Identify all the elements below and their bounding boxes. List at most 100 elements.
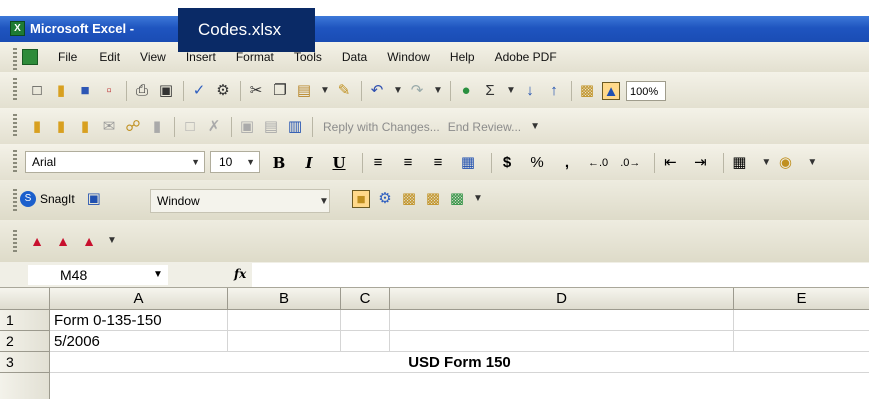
research-icon[interactable]: ⚙ xyxy=(214,82,232,100)
toolbar-grip[interactable] xyxy=(13,230,17,252)
print-preview-icon[interactable]: ▣ xyxy=(157,82,175,100)
toolbar-options-icon[interactable]: ▼ xyxy=(472,190,484,208)
cell-a2[interactable]: 5/2006 xyxy=(50,331,228,352)
undo-icon[interactable]: ↶ xyxy=(368,82,386,100)
folder-gray-icon[interactable]: ▮ xyxy=(148,118,166,136)
menu-insert[interactable]: Insert xyxy=(186,50,216,64)
mail-icon[interactable]: ✉ xyxy=(100,118,118,136)
paste-icon[interactable]: ▤ xyxy=(295,82,313,100)
menu-edit[interactable]: Edit xyxy=(99,50,120,64)
gear-icon[interactable]: ⚙ xyxy=(376,190,394,208)
column-header-c[interactable]: C xyxy=(341,288,390,310)
cell-c2[interactable] xyxy=(341,331,390,352)
column-header-a[interactable]: A xyxy=(50,288,228,310)
chart-wizard-icon[interactable]: ▩ xyxy=(578,82,596,100)
cell-e2[interactable] xyxy=(734,331,869,352)
toolbar-options-icon[interactable]: ▼ xyxy=(106,232,118,250)
increase-decimal-icon[interactable]: ←.0 xyxy=(588,154,608,172)
font-select[interactable]: Arial ▼ xyxy=(25,151,205,173)
sort-ascending-icon[interactable]: ↓ xyxy=(521,82,539,100)
chevron-down-icon[interactable]: ▼ xyxy=(246,152,255,172)
delete-comment-icon[interactable]: ✗ xyxy=(205,118,223,136)
drawing-icon[interactable]: ▲ xyxy=(602,82,620,100)
formula-input[interactable] xyxy=(252,263,869,287)
chevron-down-icon[interactable]: ▼ xyxy=(760,154,772,172)
chevron-down-icon[interactable]: ▼ xyxy=(505,82,517,100)
merge-center-icon[interactable]: ▦ xyxy=(459,154,477,172)
menu-format[interactable]: Format xyxy=(236,50,274,64)
spelling-icon[interactable]: ✓ xyxy=(190,82,208,100)
align-right-icon[interactable]: ≡ xyxy=(429,154,447,172)
underline-button[interactable]: U xyxy=(330,154,348,172)
capture-send-icon[interactable]: ▩ xyxy=(448,190,466,208)
cut-icon[interactable]: ✂ xyxy=(247,82,265,100)
sort-descending-icon[interactable]: ↑ xyxy=(545,82,563,100)
menu-file[interactable]: File xyxy=(58,50,77,64)
lock-icon[interactable]: ■ xyxy=(352,190,370,208)
chevron-down-icon[interactable]: ▼ xyxy=(806,154,818,172)
row-header[interactable] xyxy=(0,373,50,399)
column-header-b[interactable]: B xyxy=(228,288,341,310)
menu-view[interactable]: View xyxy=(140,50,166,64)
folder-share-icon[interactable]: ▮ xyxy=(76,118,94,136)
show-comments-icon[interactable]: ▣ xyxy=(238,118,256,136)
bold-button[interactable]: B xyxy=(270,154,288,172)
column-header-e[interactable]: E xyxy=(734,288,869,310)
end-review-button[interactable]: End Review... xyxy=(448,120,521,134)
print-icon[interactable]: ⎙ xyxy=(133,82,151,100)
reviewing-pane-icon[interactable]: ▥ xyxy=(286,118,304,136)
align-left-icon[interactable]: ≡ xyxy=(369,154,387,172)
cell-b1[interactable] xyxy=(228,310,341,331)
cell-e1[interactable] xyxy=(734,310,869,331)
cell-a1[interactable]: Form 0-135-150 xyxy=(50,310,228,331)
snagit-capture-icon[interactable]: ▣ xyxy=(85,190,103,208)
convert-to-pdf-icon[interactable]: ▲ xyxy=(28,232,46,250)
column-header-d[interactable]: D xyxy=(390,288,734,310)
save-icon[interactable]: ■ xyxy=(76,82,94,100)
percent-button[interactable]: % xyxy=(528,154,546,172)
row-header[interactable]: 3 xyxy=(0,352,50,373)
menu-adobe-pdf[interactable]: Adobe PDF xyxy=(495,50,557,64)
cell-d1[interactable] xyxy=(390,310,734,331)
toolbar-grip[interactable] xyxy=(13,189,17,211)
toolbar-grip[interactable] xyxy=(13,114,17,136)
hyperlink-icon[interactable]: ● xyxy=(457,82,475,100)
folder-icon[interactable]: ▮ xyxy=(28,118,46,136)
chevron-down-icon[interactable]: ▼ xyxy=(392,82,404,100)
cell-b2[interactable] xyxy=(228,331,341,352)
window-select[interactable]: Window xyxy=(150,189,330,213)
cell-d2[interactable] xyxy=(390,331,734,352)
capture-profile-icon[interactable]: ▩ xyxy=(400,190,418,208)
row-header[interactable]: 1 xyxy=(0,310,50,331)
merged-title-cell[interactable]: USD Form 150 xyxy=(50,352,869,373)
convert-to-pdf-review-icon[interactable]: ▲ xyxy=(80,232,98,250)
select-all-corner[interactable] xyxy=(0,288,50,310)
fill-color-icon[interactable]: ◉ xyxy=(776,154,794,172)
increase-indent-icon[interactable]: ⇥ xyxy=(691,154,709,172)
chevron-down-icon[interactable]: ▼ xyxy=(432,82,444,100)
decrease-indent-icon[interactable]: ⇤ xyxy=(661,154,679,172)
reply-with-changes-button[interactable]: Reply with Changes... xyxy=(323,120,440,134)
font-size-select[interactable]: 10 ▼ xyxy=(210,151,260,173)
chevron-down-icon[interactable]: ▼ xyxy=(191,152,200,172)
chevron-down-icon[interactable]: ▼ xyxy=(319,82,331,100)
function-icon[interactable]: fx xyxy=(234,267,246,281)
open-icon[interactable]: ▮ xyxy=(52,82,70,100)
link-icon[interactable]: ☍ xyxy=(124,118,142,136)
align-center-icon[interactable]: ≡ xyxy=(399,154,417,172)
permission-icon[interactable]: ▫ xyxy=(100,82,118,100)
comma-button[interactable]: , xyxy=(558,154,576,172)
folder-open-icon[interactable]: ▮ xyxy=(52,118,70,136)
chevron-down-icon[interactable]: ▼ xyxy=(318,193,330,211)
copy-icon[interactable]: ❐ xyxy=(271,82,289,100)
format-painter-icon[interactable]: ✎ xyxy=(335,82,353,100)
redo-icon[interactable]: ↷ xyxy=(408,82,426,100)
convert-to-pdf-email-icon[interactable]: ▲ xyxy=(54,232,72,250)
chevron-down-icon[interactable]: ▼ xyxy=(153,269,163,280)
toolbar-options-icon[interactable]: ▼ xyxy=(529,118,541,136)
edit-comment-icon[interactable]: □ xyxy=(181,118,199,136)
autosum-icon[interactable]: Σ xyxy=(481,82,499,100)
ink-icon[interactable]: ▤ xyxy=(262,118,280,136)
italic-button[interactable]: I xyxy=(300,154,318,172)
decrease-decimal-icon[interactable]: .0→ xyxy=(620,154,640,172)
